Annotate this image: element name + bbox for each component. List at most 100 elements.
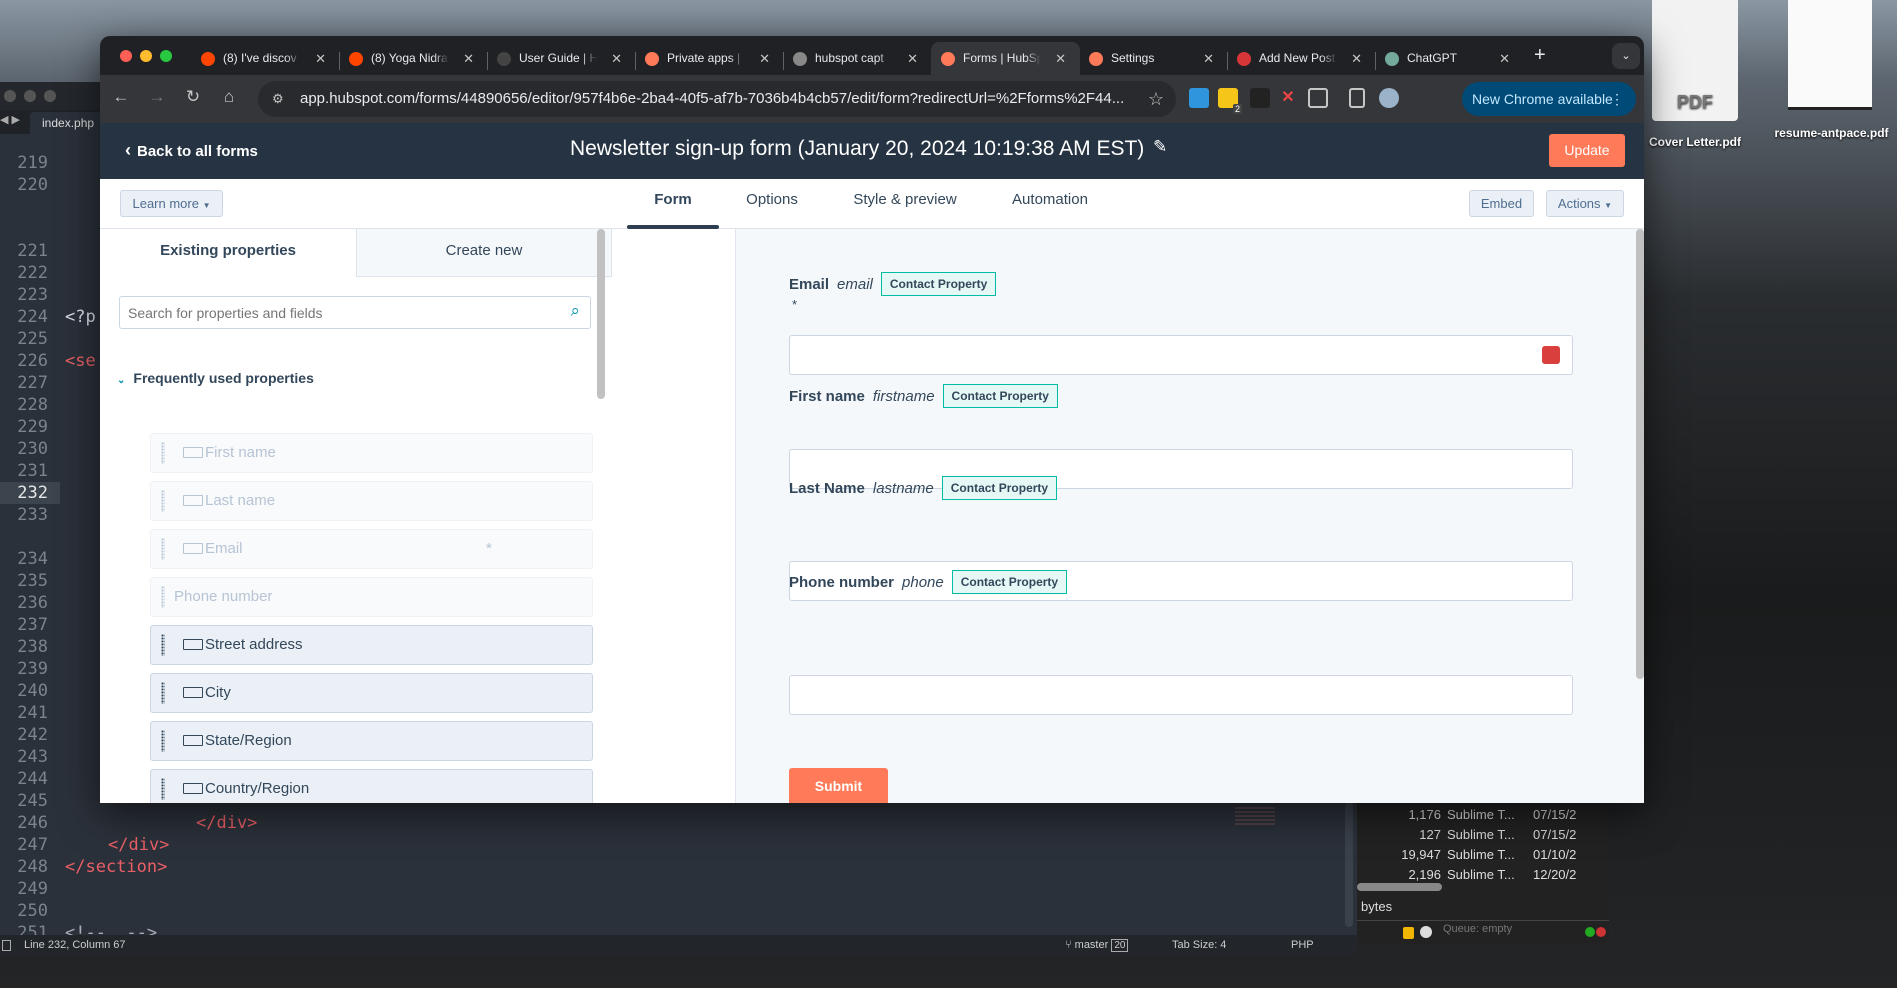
browser-tab[interactable]: Add New Post ✕ (1227, 42, 1376, 75)
close-tab-icon[interactable]: ✕ (1499, 42, 1510, 75)
file-row[interactable]: 1,176 Sublime T... 07/15/2 (1357, 805, 1609, 825)
property-label: First name (205, 444, 276, 461)
close-tab-icon[interactable]: ✕ (1351, 42, 1362, 75)
tab-automation[interactable]: Automation (1012, 179, 1088, 229)
browser-tab[interactable]: hubspot capt ✕ (783, 42, 932, 75)
browser-tab[interactable]: Settings ✕ (1079, 42, 1228, 75)
tab-size[interactable]: Tab Size: 4 (1172, 935, 1226, 956)
tab-search-button[interactable]: ⌄ (1612, 43, 1640, 69)
property-item[interactable]: State/Region (150, 721, 593, 761)
browser-tab[interactable]: Forms | HubSpot ✕ (931, 42, 1080, 75)
close-tab-icon[interactable]: ✕ (759, 42, 770, 75)
search-field[interactable] (120, 297, 540, 328)
site-settings-icon[interactable]: ⚙ (272, 81, 284, 117)
close-tab-icon[interactable]: ✕ (315, 42, 326, 75)
close-window-button[interactable] (120, 50, 132, 62)
editor-scrollbar[interactable] (1345, 802, 1353, 927)
extension-x-icon[interactable]: ✕ (1278, 88, 1298, 108)
minimize-window-button[interactable] (140, 50, 152, 62)
panel-toggle-icon[interactable] (2, 940, 11, 951)
minimize-dot[interactable] (24, 90, 36, 102)
close-dot[interactable] (4, 90, 16, 102)
field-input[interactable] (789, 675, 1573, 715)
tab-index-php[interactable]: index.php (30, 112, 107, 134)
drag-handle-icon[interactable] (161, 634, 165, 656)
forward-icon[interactable]: → (145, 87, 169, 107)
side-panel-icon[interactable] (1349, 88, 1365, 108)
learn-more-dropdown[interactable]: Learn more ▼ (120, 190, 223, 217)
close-tab-icon[interactable]: ✕ (1055, 42, 1066, 75)
reload-icon[interactable]: ↻ (181, 87, 205, 107)
tab-options[interactable]: Options (746, 179, 798, 229)
extension-trello-icon[interactable] (1189, 88, 1209, 108)
form-preview-scrollbar[interactable] (1636, 229, 1644, 679)
new-tab-button[interactable]: + (1534, 44, 1546, 67)
horizontal-scrollbar[interactable] (1357, 883, 1442, 891)
extension-eyedropper-icon[interactable] (1250, 88, 1270, 108)
extensions-puzzle-icon[interactable] (1308, 88, 1328, 108)
drag-handle-icon[interactable] (161, 730, 165, 752)
new-chrome-available-button[interactable]: New Chrome available ⋮ (1462, 82, 1636, 116)
desktop-file-resume[interactable]: resume-antpace.pdf (1766, 0, 1897, 140)
update-button[interactable]: Update (1549, 134, 1625, 167)
property-item[interactable]: City (150, 673, 593, 713)
field-label[interactable]: Email email Contact Property (789, 272, 997, 296)
field-label[interactable]: Last Name lastname Contact Property (789, 476, 1058, 500)
kebab-menu-icon[interactable]: ⋮ (1610, 82, 1624, 116)
field-label[interactable]: First name firstname Contact Property (789, 384, 1058, 408)
edit-title-pencil-icon[interactable]: ✎ (1153, 137, 1167, 157)
drag-handle-icon[interactable] (161, 778, 165, 800)
browser-tab[interactable]: Private apps | ✕ (635, 42, 784, 75)
close-tab-icon[interactable]: ✕ (1203, 42, 1214, 75)
profile-avatar[interactable] (1379, 88, 1399, 108)
url-bar[interactable]: ⚙ app.hubspot.com/forms/44890656/editor/… (258, 81, 1176, 117)
tab-form[interactable]: Form (654, 179, 692, 229)
left-panel-scrollbar[interactable] (597, 229, 605, 399)
field-input[interactable] (789, 335, 1573, 375)
back-icon[interactable]: ← (109, 87, 133, 107)
git-branch[interactable]: ⑂ master 20 (1065, 935, 1129, 956)
actions-dropdown[interactable]: Actions ▼ (1546, 190, 1624, 217)
browser-tab[interactable]: (8) I've discov ✕ (191, 42, 340, 75)
file-row[interactable]: 19,947 Sublime T... 01/10/2 (1357, 845, 1609, 865)
tab-create-new[interactable]: Create new (356, 229, 612, 277)
search-icon[interactable]: ⌕ (570, 301, 580, 321)
back-to-all-forms-link[interactable]: ‹ Back to all forms (125, 140, 258, 161)
password-manager-icon[interactable] (1542, 346, 1560, 364)
submit-button[interactable]: Submit (789, 768, 888, 803)
tab-separator (1227, 52, 1228, 70)
browser-tab[interactable]: (8) Yoga Nidra ✕ (339, 42, 488, 75)
embed-button[interactable]: Embed (1469, 190, 1534, 217)
browser-tab[interactable]: User Guide | H ✕ (487, 42, 636, 75)
tab-nav-arrows-icon[interactable]: ◀ ▶ (0, 113, 20, 126)
minimap[interactable] (1235, 807, 1275, 827)
file-row[interactable]: 127 Sublime T... 07/15/2 (1357, 825, 1609, 845)
tab-style-preview[interactable]: Style & preview (853, 179, 956, 229)
tab-title: User Guide | H (519, 51, 597, 65)
browser-tab[interactable]: ChatGPT ✕ (1375, 42, 1524, 75)
maximize-window-button[interactable] (160, 50, 172, 62)
tab-separator (487, 52, 488, 70)
cursor-position: Line 232, Column 67 (24, 939, 126, 951)
field-label[interactable]: Phone number phone Contact Property (789, 570, 1068, 594)
line-number: 245 (17, 791, 48, 811)
tab-title: hubspot capt (815, 51, 884, 65)
tab-existing-properties[interactable]: Existing properties (100, 229, 356, 277)
bookmark-star-icon[interactable]: ☆ (1139, 81, 1164, 117)
close-tab-icon[interactable]: ✕ (611, 42, 622, 75)
close-tab-icon[interactable]: ✕ (907, 42, 918, 75)
field-internal-name: lastname (872, 479, 934, 497)
file-row[interactable]: 2,196 Sublime T... 12/20/2 (1357, 865, 1609, 885)
close-tab-icon[interactable]: ✕ (463, 42, 474, 75)
chatgpt-icon (1385, 52, 1399, 66)
frequently-used-section-toggle[interactable]: ⌄ Frequently used properties (117, 370, 314, 386)
extension-notes-icon[interactable]: 2 (1218, 88, 1242, 114)
syntax-mode[interactable]: PHP (1291, 935, 1314, 956)
zoom-dot[interactable] (44, 90, 56, 102)
desktop-file-cover-letter[interactable]: PDF Cover Letter.pdf (1640, 0, 1750, 149)
home-icon[interactable]: ⌂ (217, 87, 241, 107)
property-item[interactable]: Street address (150, 625, 593, 665)
search-input[interactable]: ⌕ (119, 296, 591, 329)
drag-handle-icon[interactable] (161, 682, 165, 704)
property-item[interactable]: Country/Region (150, 769, 593, 803)
